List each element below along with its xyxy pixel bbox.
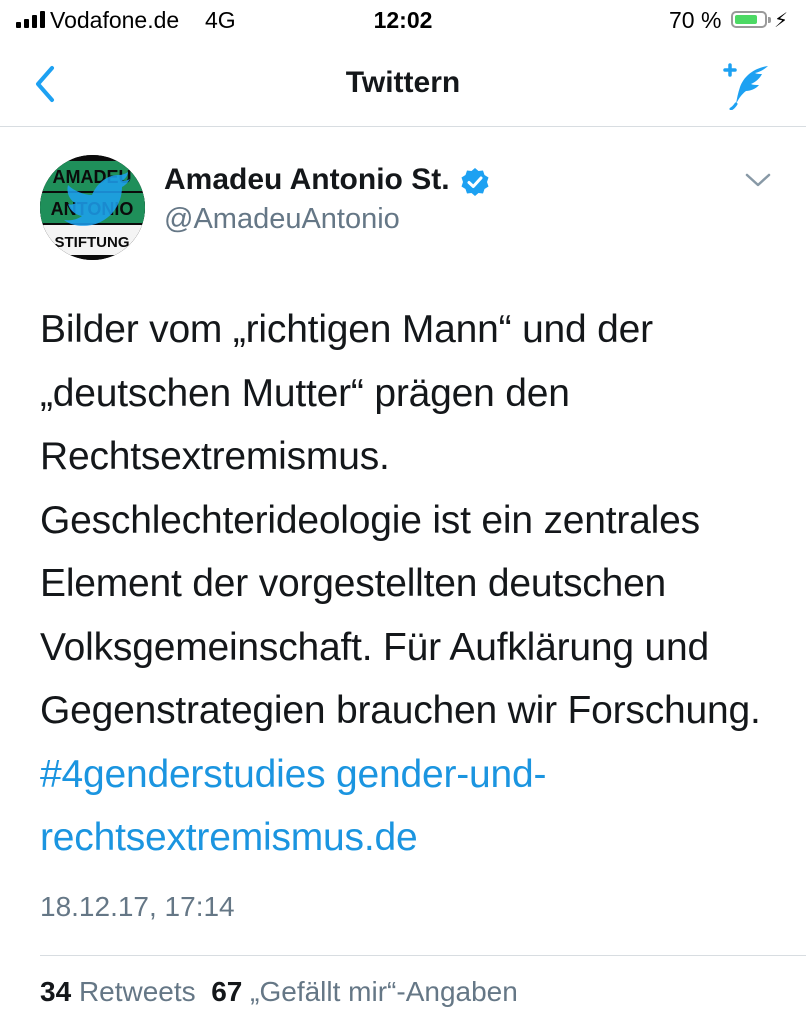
likes-stat[interactable]: 67 „Gefällt mir“-Angaben (211, 976, 518, 1007)
status-bar: Vodafone.de 4G 12:02 70 % ⚡ (0, 0, 806, 44)
likes-count: 67 (211, 976, 243, 1007)
avatar-logo-image: AMADEU ANTONIO STIFTUNG (40, 155, 145, 260)
battery-icon (731, 11, 771, 28)
battery-percent: 70 % (669, 7, 722, 33)
retweets-stat[interactable]: 34 Retweets (40, 976, 196, 1007)
author-name[interactable]: Amadeu Antonio St. (164, 163, 450, 197)
tweet-text: Bilder vom „richtigen Mann“ und der „deu… (40, 298, 780, 870)
retweets-label: Retweets (78, 976, 196, 1007)
charging-icon: ⚡ (774, 10, 789, 32)
compose-tweet-icon (723, 63, 768, 111)
nav-bar: Twittern (0, 44, 806, 127)
page-title: Twittern (345, 66, 461, 99)
hashtag-link[interactable]: #4genderstudies (40, 753, 326, 796)
compose-tweet-button[interactable] (718, 60, 774, 111)
avatar[interactable]: AMADEU ANTONIO STIFTUNG (40, 155, 145, 260)
retweets-count: 34 (40, 976, 72, 1007)
tweet-body: Bilder vom „richtigen Mann“ und der „deu… (40, 308, 761, 732)
chevron-down-icon[interactable] (744, 170, 772, 190)
tweet-timestamp: 18.12.17, 17:14 (40, 891, 235, 922)
avatar-text-3: STIFTUNG (55, 234, 130, 251)
tweet-stats: 34 Retweets 67 „Gefällt mir“-Angaben (40, 976, 518, 1008)
likes-label: „Gefällt mir“-Angaben (250, 976, 518, 1007)
author-handle[interactable]: @AmadeuAntonio (164, 203, 400, 236)
divider (40, 955, 806, 956)
verified-badge-icon (461, 168, 489, 196)
